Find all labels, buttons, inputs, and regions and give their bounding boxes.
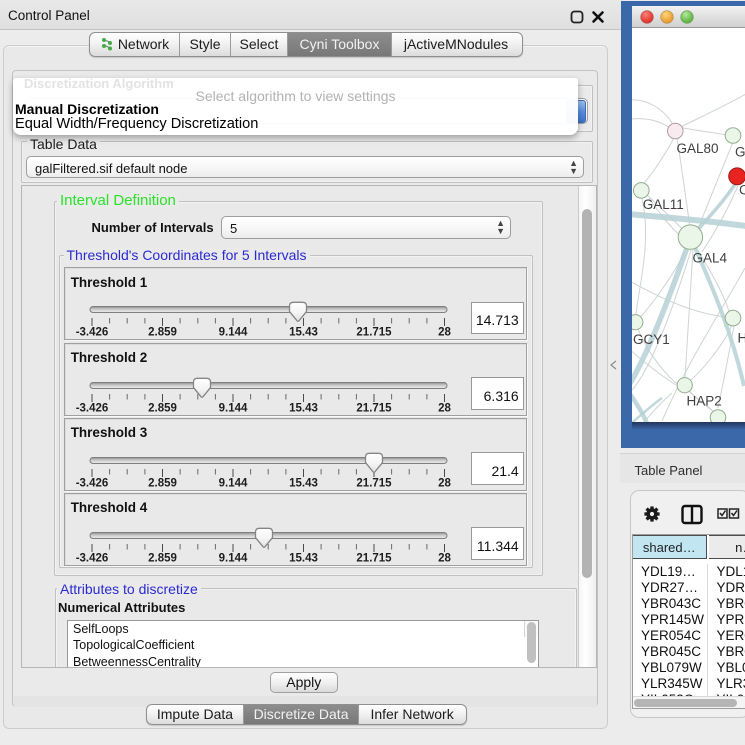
svg-text:28: 28	[438, 477, 451, 489]
svg-text:9.144: 9.144	[218, 327, 247, 339]
svg-text:-3.426: -3.426	[75, 552, 108, 564]
svg-text:15.43: 15.43	[289, 327, 318, 339]
svg-text:-3.426: -3.426	[75, 327, 108, 339]
svg-text:H: H	[737, 331, 745, 346]
svg-text:GAL80: GAL80	[676, 141, 718, 156]
svg-text:-3.426: -3.426	[75, 402, 108, 414]
svg-text:15.43: 15.43	[289, 402, 318, 414]
svg-text:21.715: 21.715	[356, 402, 392, 414]
svg-text:C: C	[739, 183, 745, 198]
svg-text:28: 28	[438, 327, 451, 339]
svg-text:2.859: 2.859	[148, 477, 177, 489]
svg-text:21.715: 21.715	[356, 552, 392, 564]
svg-text:2.859: 2.859	[148, 327, 177, 339]
svg-text:9.144: 9.144	[218, 402, 247, 414]
svg-text:28: 28	[438, 402, 451, 414]
svg-text:GAL11: GAL11	[642, 197, 683, 212]
svg-text:GCY1: GCY1	[633, 332, 670, 347]
svg-text:21.715: 21.715	[356, 477, 392, 489]
svg-text:GA: GA	[735, 145, 745, 160]
svg-text:28: 28	[438, 552, 451, 564]
svg-text:GAL4: GAL4	[692, 251, 727, 266]
svg-text:21.715: 21.715	[356, 327, 392, 339]
svg-text:15.43: 15.43	[289, 552, 318, 564]
svg-text:-3.426: -3.426	[75, 477, 108, 489]
svg-text:2.859: 2.859	[148, 402, 177, 414]
svg-text:9.144: 9.144	[218, 552, 247, 564]
svg-text:HAP2: HAP2	[686, 394, 721, 409]
svg-text:2.859: 2.859	[148, 552, 177, 564]
svg-text:15.43: 15.43	[289, 477, 318, 489]
svg-text:9.144: 9.144	[218, 477, 247, 489]
